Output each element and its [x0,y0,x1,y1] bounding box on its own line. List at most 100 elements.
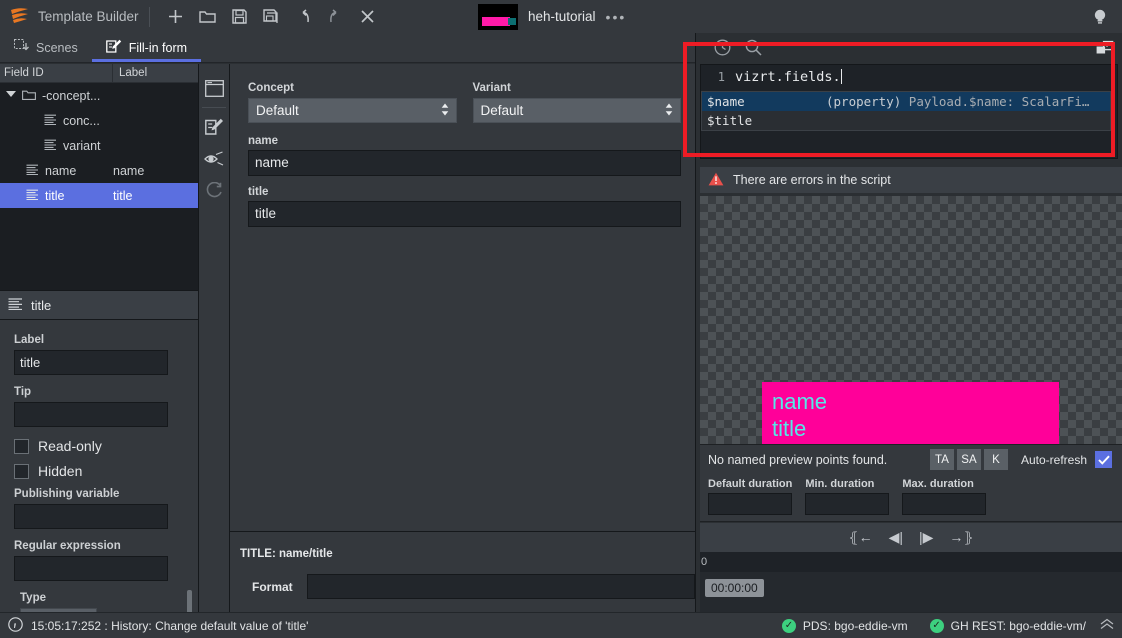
min-duration-input[interactable] [805,493,890,515]
autocomplete-dropdown[interactable]: $name (property) Payload.$name: ScalarFi… [701,91,1111,131]
table-row[interactable]: -concept... [0,83,198,108]
script-editor[interactable]: 1 vizrt.fields. $name (property) Payload… [700,64,1118,159]
table-row[interactable]: name name [0,158,198,183]
readonly-checkbox[interactable] [14,438,29,454]
row-id-text: variant [63,138,101,153]
field-tree-header: Field ID Label [0,64,198,83]
chevron-down-icon[interactable] [6,90,16,101]
jump-end-button[interactable]: →⦄ [949,529,973,546]
sa-button[interactable]: SA [956,449,981,470]
check-icon: ✓ [781,618,796,633]
document-thumbnail [478,3,518,30]
auto-refresh-label: Auto-refresh [1020,452,1087,467]
eye-preview-icon[interactable] [200,143,228,175]
close-button[interactable] [352,4,384,30]
publishing-variable-input[interactable] [14,504,168,529]
label-input[interactable]: title [14,350,168,375]
variant-select[interactable]: Default [472,98,681,123]
preview-line: title [772,416,807,441]
text-cursor [840,69,842,84]
timecode-marker[interactable]: 00:00:00 [705,579,764,597]
open-button[interactable] [192,4,224,30]
default-duration-input[interactable] [708,493,792,515]
name-field-input[interactable]: name [248,150,681,176]
edit-pencil-icon[interactable] [200,111,228,143]
row-id-cell: name [0,164,113,178]
form-side-toolbar [199,64,230,612]
tip-caption: Tip [14,386,32,398]
k-button[interactable]: K [983,449,1008,470]
maximize-icon[interactable] [1096,40,1114,59]
transport-controls: ⦃← ◀| |▶ →⦄ [700,523,1122,552]
autocomplete-item-name: $name [707,94,745,109]
properties-panel: Label title Tip Read-only Hidden Publish… [0,320,198,612]
properties-header: title [0,290,198,320]
table-row[interactable]: title title [0,183,198,208]
document-overflow-menu[interactable]: ••• [606,9,627,25]
script-code-text[interactable]: vizrt.fields. [735,69,842,85]
concept-select-value: Default [256,103,299,118]
window-icon[interactable] [200,72,228,104]
autocomplete-detail-prefix: (property) [826,94,902,109]
tab-scenes[interactable]: Scenes [0,33,92,62]
service-status-pds-label: PDS: bgo-eddie-vm [802,618,908,633]
step-back-button[interactable]: ◀| [889,529,903,546]
save-as-button[interactable] [256,4,288,30]
max-duration-input[interactable] [902,493,987,515]
autocomplete-detail-text: Payload.$name: ScalarFi… [908,94,1090,109]
autocomplete-item[interactable]: $title [702,111,1110,130]
concept-field: Concept Default [248,82,457,123]
service-status-gh-rest[interactable]: ✓ GH REST: bgo-eddie-vm/ [929,618,1086,633]
hidden-label: Hidden [38,463,83,479]
concept-variant-row: Concept Default Variant Default [248,82,681,123]
new-button[interactable] [160,4,192,30]
tab-fill-in-form[interactable]: Fill-in form [91,33,202,62]
text-field-icon [26,164,39,178]
tip-input[interactable] [14,402,168,427]
autocomplete-item[interactable]: $name (property) Payload.$name: ScalarFi… [702,92,1110,111]
format-row: Format [240,574,695,599]
variant-select-value: Default [480,103,524,118]
field-tree[interactable]: -concept... conc... variant name name ti… [0,83,198,290]
redo-button[interactable] [320,4,352,30]
scene-preview[interactable]: name title [700,196,1122,454]
chevron-up-icon[interactable] [1100,618,1114,633]
format-input[interactable] [306,574,695,599]
status-message: 15:05:17:252 : History: Change default v… [31,618,309,633]
properties-scrollbar[interactable] [187,590,192,612]
readonly-row[interactable]: Read-only [14,438,186,454]
format-label: Format [252,579,293,594]
timeline-track-area[interactable]: 00:00:00 [700,572,1122,612]
table-row[interactable]: variant [0,133,198,158]
undo-button[interactable] [288,4,320,30]
form-panel: Concept Default Variant Default name nam… [198,64,695,612]
concept-select[interactable]: Default [248,98,457,123]
tab-scenes-label: Scenes [36,40,78,55]
hidden-row[interactable]: Hidden [14,463,186,479]
jump-start-button[interactable]: ⦃← [848,529,872,546]
history-icon[interactable] [714,39,731,59]
row-id-cell: -concept... [0,89,113,103]
auto-refresh-checkbox[interactable] [1095,451,1112,468]
search-icon[interactable] [745,39,762,59]
toolbar-separator [148,6,150,27]
lightbulb-icon[interactable] [1088,5,1112,29]
ta-button[interactable]: TA [929,449,954,470]
title-field-input[interactable]: title [248,201,681,227]
document-name: heh-tutorial [528,9,596,24]
app-brand: Template Builder [0,6,139,27]
step-forward-button[interactable]: |▶ [919,529,933,546]
refresh-icon[interactable] [200,175,228,207]
title-bar: Template Builder heh-tutorial ••• [0,0,1122,33]
timeline-ruler[interactable]: 0 [700,552,1122,572]
column-header-field-id: Field ID [0,64,113,82]
readonly-label: Read-only [38,438,102,454]
save-button[interactable] [224,4,256,30]
service-status-pds[interactable]: ✓ PDS: bgo-eddie-vm [781,618,908,633]
table-row[interactable]: conc... [0,108,198,133]
thumbnail-bar-secondary [508,17,516,25]
properties-header-title: title [31,297,52,313]
row-label-cell: name [113,163,145,178]
regular-expression-input[interactable] [14,556,168,581]
hidden-checkbox[interactable] [14,463,29,479]
